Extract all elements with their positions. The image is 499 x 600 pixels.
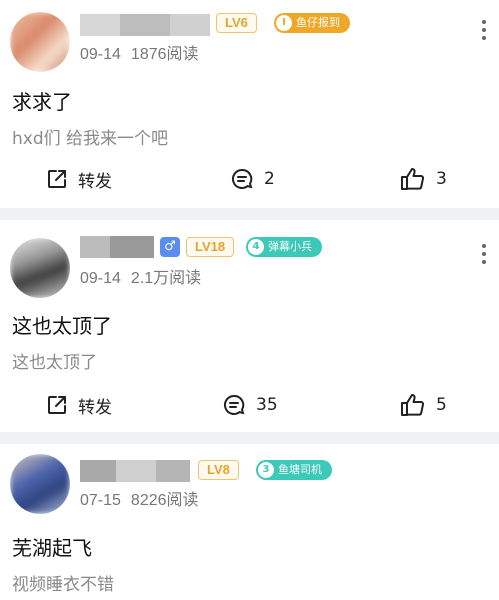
post-title[interactable]: 芜湖起飞 [12, 532, 92, 561]
view-count: 8226阅读 [130, 492, 199, 509]
post-feed: LV6 I 鱼仔报到 09-14 1876阅读 求求了 hxd们 给我来一个吧 转… [0, 0, 499, 600]
post-body[interactable]: 视频睡衣不错 [12, 570, 114, 595]
share-button[interactable]: 转发 [46, 164, 112, 194]
post-body[interactable]: hxd们 给我来一个吧 [12, 124, 168, 149]
post-date: 09-14 [80, 270, 121, 287]
post-title[interactable]: 求求了 [12, 86, 72, 115]
level-badge: LV6 [216, 13, 257, 33]
post-card[interactable]: ♂ LV18 4 弹幕小兵 09-14 2.1万阅读 这也太顶了 这也太顶了 转发… [0, 220, 499, 432]
view-count: 2.1万阅读 [130, 270, 202, 287]
post-title[interactable]: 这也太顶了 [12, 310, 112, 339]
post-date: 09-14 [80, 46, 121, 63]
view-count: 1876阅读 [130, 46, 199, 63]
fan-badge-label: 鱼仔报到 [296, 16, 340, 29]
username-blurred[interactable] [80, 14, 210, 36]
share-label: 转发 [78, 171, 112, 192]
post-meta: 09-14 1876阅读 [80, 40, 199, 64]
fan-badge: 3 鱼塘司机 [256, 460, 332, 480]
like-button[interactable]: 5 [400, 390, 447, 420]
fan-level-number: I [276, 15, 292, 31]
fan-level-number: 3 [258, 462, 274, 478]
fan-badge-label: 鱼塘司机 [278, 463, 322, 476]
fan-badge: I 鱼仔报到 [274, 13, 350, 33]
action-bar: 转发 35 5 [0, 390, 499, 420]
post-card[interactable]: LV6 I 鱼仔报到 09-14 1876阅读 求求了 hxd们 给我来一个吧 转… [0, 0, 499, 208]
comment-count: 35 [256, 395, 278, 415]
more-options-icon[interactable] [481, 244, 487, 268]
avatar[interactable] [10, 12, 70, 72]
comment-count: 2 [264, 169, 275, 189]
like-count: 5 [436, 395, 447, 415]
post-meta: 09-14 2.1万阅读 [80, 264, 201, 288]
more-options-icon[interactable] [481, 20, 487, 44]
post-body[interactable]: 这也太顶了 [12, 348, 97, 373]
action-bar: 转发 2 3 [0, 164, 499, 194]
like-count: 3 [436, 169, 447, 189]
username-blurred[interactable] [80, 460, 190, 482]
avatar[interactable] [10, 454, 70, 514]
level-badge: LV8 [198, 460, 239, 480]
post-meta: 07-15 8226阅读 [80, 486, 199, 510]
username-blurred[interactable] [80, 236, 154, 258]
share-button[interactable]: 转发 [46, 390, 112, 420]
level-badge: LV18 [186, 237, 235, 257]
fan-level-number: 4 [248, 239, 264, 255]
thumbs-up-icon [401, 394, 425, 416]
share-icon [48, 170, 66, 188]
fan-badge: 4 弹幕小兵 [246, 237, 322, 257]
comment-button[interactable]: 35 [222, 390, 278, 420]
comment-button[interactable]: 2 [230, 164, 275, 194]
share-icon [48, 396, 66, 414]
thumbs-up-icon [401, 168, 425, 190]
post-date: 07-15 [80, 492, 121, 509]
fan-badge-label: 弹幕小兵 [268, 240, 312, 253]
like-button[interactable]: 3 [400, 164, 447, 194]
share-label: 转发 [78, 397, 112, 418]
comment-icon [223, 394, 245, 415]
male-gender-icon: ♂ [160, 237, 180, 257]
comment-icon [231, 168, 253, 189]
avatar[interactable] [10, 238, 70, 298]
post-card[interactable]: LV8 3 鱼塘司机 07-15 8226阅读 芜湖起飞 视频睡衣不错 [0, 444, 499, 600]
